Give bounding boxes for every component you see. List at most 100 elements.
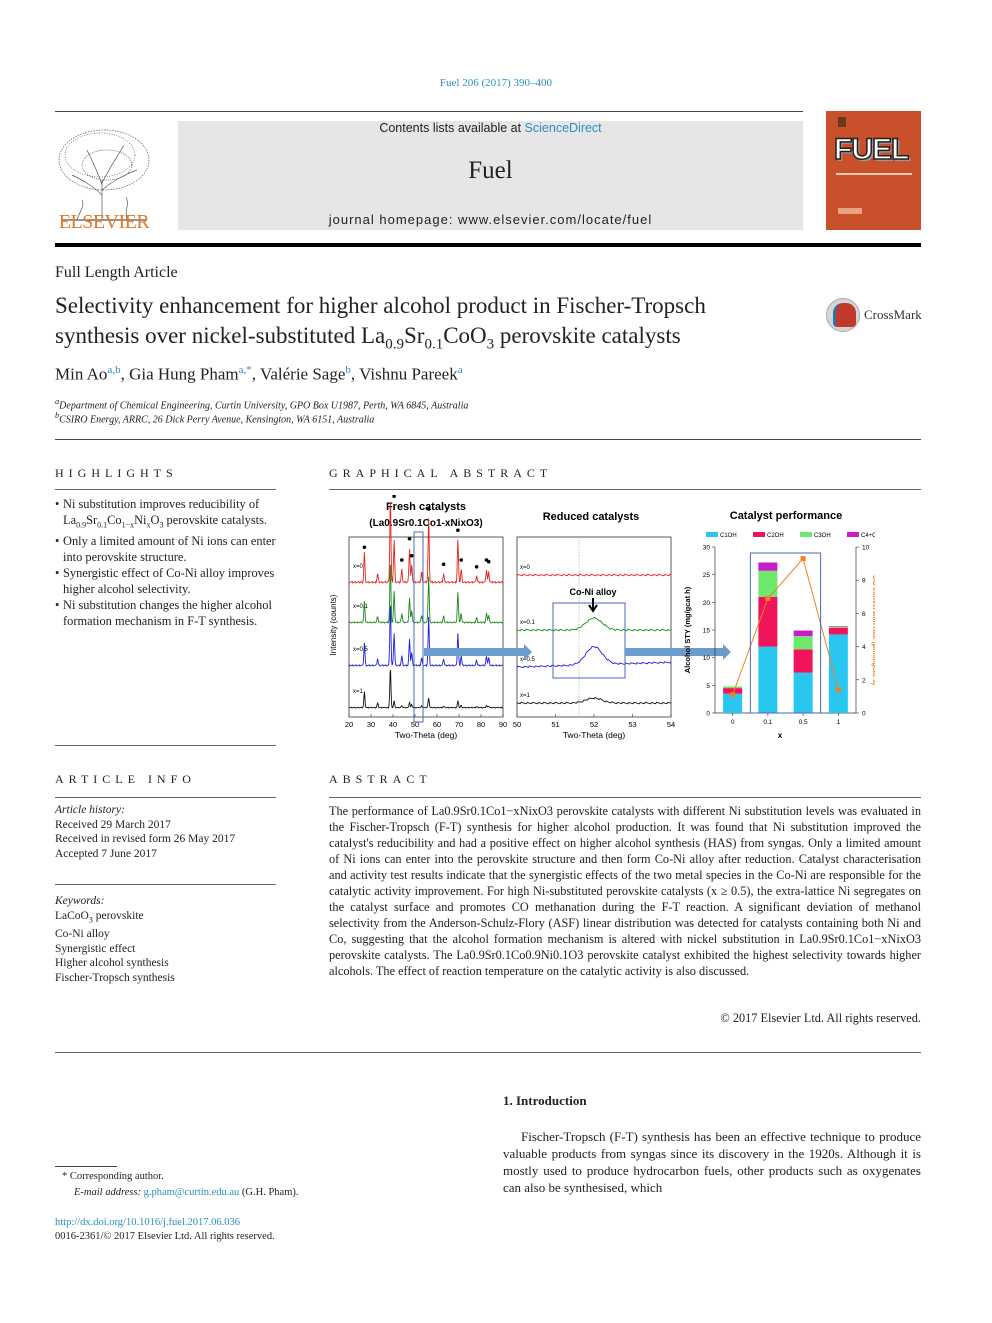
arrow-right-icon <box>424 644 532 660</box>
bar-segment <box>758 570 778 597</box>
trace-label: x=1 <box>520 693 531 699</box>
footnote-rule <box>55 1166 117 1167</box>
chart-title: Catalyst performance <box>730 510 843 522</box>
introduction-heading: 1. Introduction <box>503 1093 587 1108</box>
peak-marker-icon <box>392 495 396 499</box>
bullet-icon: • <box>55 566 60 581</box>
graphical-abstract-heading: GRAPHICAL ABSTRACT <box>329 466 553 480</box>
author-name[interactable]: Valérie Sage <box>260 365 345 384</box>
bar-segment <box>828 626 848 628</box>
panel2-frame <box>516 536 672 718</box>
journal-cover-thumbnail[interactable]: FUEL <box>826 111 921 230</box>
sciencedirect-link[interactable]: ScienceDirect <box>525 121 602 135</box>
article-info-heading: ARTICLE INFO <box>55 772 196 786</box>
trace-label: x=0.1 <box>353 604 369 610</box>
affiliation: bCSIRO Energy, ARRC, 26 Dick Perry Avenu… <box>55 411 374 425</box>
author-affiliation-mark[interactable]: b <box>345 364 351 376</box>
title-subscript: 0.9 <box>385 336 404 353</box>
doi-link[interactable]: http://dx.doi.org/10.1016/j.fuel.2017.06… <box>55 1217 240 1228</box>
xrd-trace <box>348 564 504 624</box>
xrd-trace <box>348 605 504 668</box>
panel1-frame <box>348 536 504 718</box>
highlight-item: • Ni substitution improves reducibility o… <box>55 496 280 533</box>
author-name[interactable]: Vishnu Pareek <box>359 365 458 384</box>
abstract-rule <box>329 797 921 798</box>
legend-swatch <box>847 532 859 537</box>
panel1-xtick-label: 90 <box>499 720 507 729</box>
co-ni-alloy-label: Co-Ni alloy <box>569 587 616 597</box>
y2-axis-label: CO conversion rate (μmol/gcat s) <box>871 575 875 685</box>
author-affiliation-mark[interactable]: a,* <box>239 364 252 376</box>
bullet-icon: • <box>55 497 60 511</box>
author-name[interactable]: Gia Hung Pham <box>129 365 239 384</box>
introduction-paragraph: Fischer-Tropsch (F-T) synthesis has been… <box>503 1129 921 1195</box>
bar-segment <box>723 686 743 689</box>
abstract-text: The performance of La0.9Sr0.1Co1−xNixO3 … <box>329 804 921 978</box>
article-type: Full Length Article <box>55 264 178 281</box>
peak-marker-icon <box>474 565 479 569</box>
elsevier-wordmark: ELSEVIER <box>58 211 150 233</box>
cover-subtitle-bar <box>836 173 912 175</box>
email-label: E-mail address: <box>74 1187 144 1198</box>
y-tick-label: 10 <box>703 655 711 662</box>
history-item: Received in revised form 26 May 2017 <box>55 833 236 845</box>
bar-segment <box>828 626 848 627</box>
xrd-trace <box>516 573 672 577</box>
journal-homepage[interactable]: journal homepage: www.elsevier.com/locat… <box>178 212 803 227</box>
graphical-abstract-figure[interactable]: Fresh catalysts (La0.9Sr0.1Co1-xNixO3) I… <box>328 495 875 742</box>
panel1-xtick-label: 20 <box>345 720 353 729</box>
history-item: Accepted 7 June 2017 <box>55 847 157 860</box>
bar-segment <box>758 596 778 647</box>
keywords-label: Keywords: <box>55 895 105 907</box>
catalyst-performance-chart: Catalyst performance C1OH C2OH C3OH C4+OH 0 5 1… <box>683 510 875 740</box>
y2-tick-label: 4 <box>862 644 866 651</box>
panel2-xtick-label: 52 <box>590 720 598 729</box>
keywords: Keywords: LaCoO3 perovskite Co-Ni alloy … <box>55 894 175 985</box>
trace-label: x=0 <box>520 565 531 571</box>
highlights-heading: HIGHLIGHTS <box>55 466 178 480</box>
crossmark-badge[interactable]: CrossMark <box>826 298 926 334</box>
keyword-item: LaCoO3 perovskite <box>55 909 144 924</box>
author-affiliation-mark[interactable]: a <box>458 364 463 376</box>
bar-segment <box>793 636 813 650</box>
panel2-xtick-label: 54 <box>667 720 675 729</box>
bar-segment <box>828 627 848 635</box>
legend-swatch <box>706 532 718 537</box>
email-footnote: E-mail address: g.pham@curtin.edu.au (G.… <box>74 1187 299 1198</box>
y-tick-label: 20 <box>703 600 711 607</box>
bullet-icon: • <box>55 598 60 613</box>
journal-banner: Contents lists available at ScienceDirec… <box>178 121 803 230</box>
legend-label: C3OH <box>814 533 831 539</box>
header-rule <box>55 111 803 112</box>
bar-segment <box>758 646 778 713</box>
introduction-text: Fischer-Tropsch (F-T) synthesis has been… <box>503 1128 921 1196</box>
keyword-item: Co-Ni alloy <box>55 928 110 941</box>
author-name[interactable]: Min Ao <box>55 365 107 384</box>
y-tick-label: 15 <box>703 628 711 635</box>
author-affiliation-mark[interactable]: a,b <box>107 364 120 376</box>
y-axis-label: Alcohol STY (mg/gcat h) <box>683 586 692 673</box>
journal-citation-link[interactable]: Fuel 206 (2017) 390–400 <box>0 77 992 89</box>
highlight-text: Synergistic effect of Co-Ni alloy improv… <box>63 566 275 597</box>
panel1-xtick-label: 70 <box>455 720 463 729</box>
highlight-item: • Only a limited amount of Ni ions can en… <box>55 533 280 565</box>
peak-marker-icon <box>409 553 414 558</box>
legend-label: C2OH <box>767 533 784 539</box>
peak-marker-icon <box>456 528 460 533</box>
abstract-heading: ABSTRACT <box>329 772 432 786</box>
y2-tick-label: 2 <box>862 677 866 684</box>
bar-segment <box>793 649 813 673</box>
bar-segment <box>828 634 848 713</box>
issn-copyright: 0016-2361/© 2017 Elsevier Ltd. All right… <box>55 1231 275 1242</box>
peak-marker-icon <box>400 558 404 562</box>
history-item: Received 29 March 2017 <box>55 818 171 831</box>
email-link[interactable]: g.pham@curtin.edu.au <box>144 1187 240 1198</box>
panel1-xtick-label: 30 <box>367 720 375 729</box>
highlight-text: Ni substitution changes the higher alcoh… <box>63 598 272 629</box>
legend-label: C4+OH <box>861 533 875 539</box>
panel2-title: Reduced catalysts <box>543 511 640 523</box>
peak-marker-icon <box>441 562 446 567</box>
article-history: Article history: Received 29 March 2017 … <box>55 803 235 861</box>
legend-swatch <box>800 532 812 537</box>
co-conversion-point <box>800 556 806 562</box>
